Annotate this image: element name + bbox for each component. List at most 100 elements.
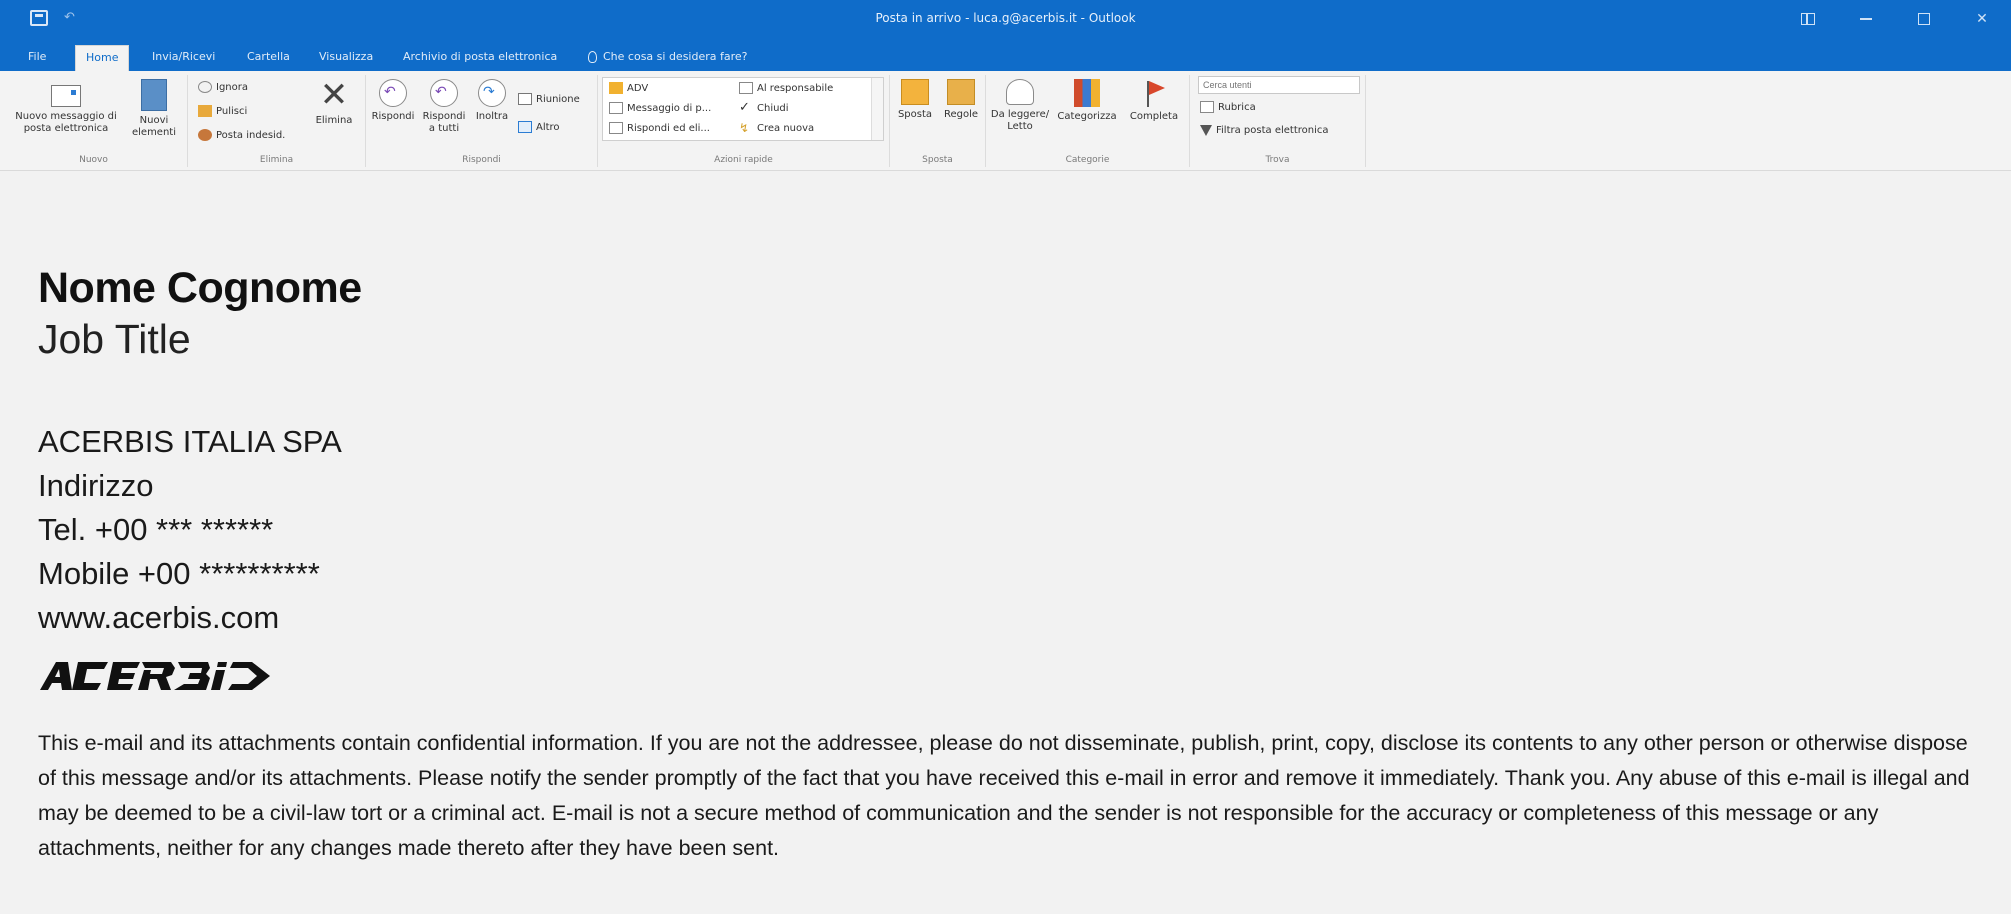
mail-icon xyxy=(609,102,623,114)
forward-mail-icon xyxy=(739,82,753,94)
telephone: Tel. +00 *** ****** xyxy=(38,512,274,547)
quick-step-team-email[interactable]: Messaggio di p... xyxy=(609,102,711,114)
reply-all-icon xyxy=(430,79,458,107)
ignore-button[interactable]: Ignora xyxy=(198,81,248,93)
rules-icon xyxy=(947,79,975,105)
read-unread-button[interactable]: Da leggere/ Letto xyxy=(988,79,1052,133)
quick-step-reply-delete[interactable]: Rispondi ed eli... xyxy=(609,122,710,134)
forward-button[interactable]: Inoltra xyxy=(470,79,514,123)
ignore-label: Ignora xyxy=(216,81,248,93)
ribbon-display-options-button[interactable] xyxy=(1779,0,1837,38)
acerbis-logo xyxy=(40,662,270,690)
address-book-button[interactable]: Rubrica xyxy=(1200,101,1256,113)
group-label-new: Nuovo xyxy=(79,155,108,165)
group-label-move: Sposta xyxy=(922,155,953,165)
window-controls: ✕ xyxy=(1779,0,2011,38)
reply-delete-icon xyxy=(609,122,623,134)
new-items-icon xyxy=(141,79,167,111)
meeting-label: Riunione xyxy=(536,93,580,105)
group-label-quick-steps: Azioni rapide xyxy=(714,155,773,165)
filter-email-button[interactable]: Filtra posta elettronica xyxy=(1200,125,1329,136)
group-tags: Da leggere/ Letto Categorizza Completa C… xyxy=(986,75,1190,167)
new-email-button[interactable]: Nuovo messaggio di posta elettronica xyxy=(12,79,120,135)
address-book-label: Rubrica xyxy=(1218,101,1256,113)
more-label: Altro xyxy=(536,121,560,133)
more-respond-button[interactable]: Altro xyxy=(518,121,560,133)
ignore-icon xyxy=(198,81,212,93)
address-book-icon xyxy=(1200,101,1214,113)
delete-button[interactable]: ✕ Elimina xyxy=(308,75,360,127)
categorize-icon xyxy=(1074,79,1100,107)
follow-up-label: Completa xyxy=(1129,111,1179,122)
tab-file[interactable]: File xyxy=(28,50,46,63)
meeting-button[interactable]: Riunione xyxy=(518,93,580,105)
envelope-icon xyxy=(1006,79,1034,105)
clean-up-icon xyxy=(198,105,212,117)
tell-me-text: Che cosa si desidera fare? xyxy=(603,50,748,63)
mobile: Mobile +00 ********** xyxy=(38,556,320,591)
clean-up-label: Pulisci xyxy=(216,105,248,117)
group-new: Nuovo messaggio di posta elettronica Nuo… xyxy=(0,75,188,167)
signature-block: Nome Cognome Job Title xyxy=(38,262,362,364)
lightbulb-icon xyxy=(588,50,597,63)
junk-icon xyxy=(198,129,212,141)
folder-icon xyxy=(609,82,623,94)
meeting-icon xyxy=(518,93,532,105)
tab-folder[interactable]: Cartella xyxy=(247,50,290,63)
tab-home[interactable]: Home xyxy=(75,45,130,71)
follow-up-button[interactable]: Completa xyxy=(1122,79,1186,123)
minimize-button[interactable] xyxy=(1837,0,1895,38)
confidentiality-disclaimer: This e-mail and its attachments contain … xyxy=(38,731,1970,860)
logo-letter-s xyxy=(228,662,270,690)
rules-button[interactable]: Regole xyxy=(938,79,984,121)
tell-me-box[interactable]: Che cosa si desidera fare? xyxy=(588,50,748,63)
group-move: Sposta Regole Sposta xyxy=(890,75,986,167)
address: Indirizzo xyxy=(38,468,154,503)
maximize-icon xyxy=(1918,13,1930,25)
maximize-button[interactable] xyxy=(1895,0,1953,38)
delete-icon: ✕ xyxy=(319,75,349,115)
tab-send-receive[interactable]: Invia/Ricevi xyxy=(152,50,215,63)
junk-button[interactable]: Posta indesid. xyxy=(198,129,285,141)
reply-icon xyxy=(379,79,407,107)
reply-label: Rispondi xyxy=(371,111,415,122)
lightning-icon: ↯ xyxy=(739,121,750,135)
quick-step-label: Chiudi xyxy=(757,102,789,114)
more-icon xyxy=(518,121,532,133)
website[interactable]: www.acerbis.com xyxy=(38,596,342,640)
quick-step-done[interactable]: ✓ Chiudi xyxy=(739,100,789,115)
new-items-label: Nuovi elementi xyxy=(131,115,176,138)
close-button[interactable]: ✕ xyxy=(1953,0,2011,38)
checkmark-icon: ✓ xyxy=(739,100,750,115)
forward-label: Inoltra xyxy=(475,111,509,122)
group-respond: Rispondi Rispondi a tutti Inoltra Riunio… xyxy=(366,75,598,167)
move-label: Sposta xyxy=(897,109,933,120)
move-button[interactable]: Sposta xyxy=(892,79,938,121)
forward-icon xyxy=(478,79,506,107)
quick-step-label: Crea nuova xyxy=(757,122,815,134)
reply-all-button[interactable]: Rispondi a tutti xyxy=(418,79,470,135)
tab-archive[interactable]: Archivio di posta elettronica xyxy=(403,50,557,63)
signature-name: Nome Cognome xyxy=(38,264,362,312)
clean-up-button[interactable]: Pulisci xyxy=(198,105,247,117)
group-label-delete: Elimina xyxy=(259,155,294,165)
delete-label: Elimina xyxy=(315,115,353,126)
quick-steps-scrollbar[interactable] xyxy=(871,78,883,140)
move-icon xyxy=(901,79,929,105)
signature-job-title: Job Title xyxy=(38,316,191,362)
junk-label: Posta indesid. xyxy=(216,129,286,141)
categorize-label: Categorizza xyxy=(1057,111,1117,122)
logo-letter-i-dot xyxy=(217,662,227,667)
title-bar: ↶ Posta in arrivo - luca.g@acerbis.it - … xyxy=(0,0,2011,38)
quick-step-adv[interactable]: ADV xyxy=(609,82,648,94)
tab-view[interactable]: Visualizza xyxy=(319,50,373,63)
reply-button[interactable]: Rispondi xyxy=(368,79,418,123)
search-people-input[interactable] xyxy=(1198,76,1360,94)
categorize-button[interactable]: Categorizza xyxy=(1052,79,1122,123)
new-items-button[interactable]: Nuovi elementi xyxy=(124,79,184,139)
quick-step-manager[interactable]: Al responsabile xyxy=(739,82,833,94)
filter-email-label: Filtra posta elettronica xyxy=(1216,125,1329,136)
company-name: ACERBIS ITALIA SPA xyxy=(38,424,342,459)
quick-step-create-new[interactable]: ↯ Crea nuova xyxy=(739,122,814,134)
quick-step-label: Rispondi ed eli... xyxy=(627,122,710,134)
